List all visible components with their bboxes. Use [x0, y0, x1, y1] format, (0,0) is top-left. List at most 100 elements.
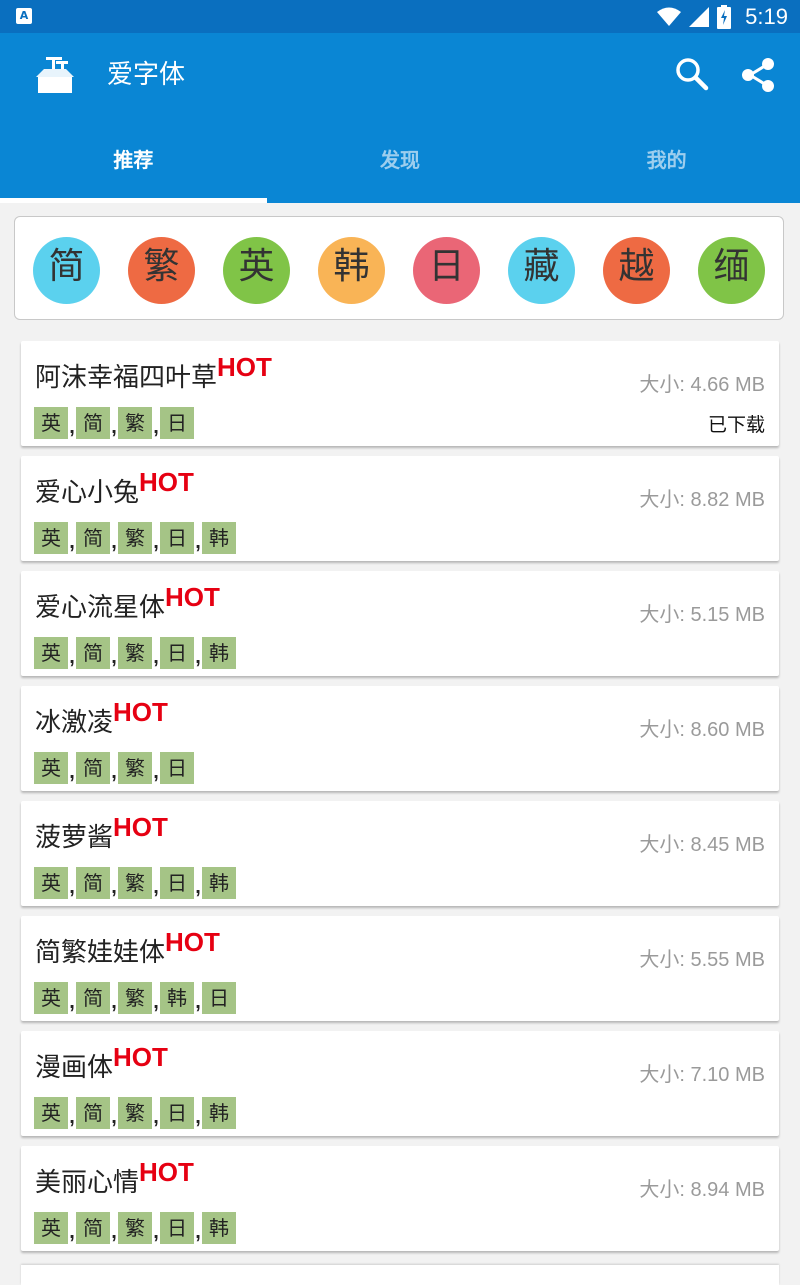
tag-separator: ,: [111, 876, 117, 898]
language-tag: 英: [34, 982, 68, 1014]
language-tags: 英,简,繁,日,韩: [34, 867, 236, 899]
share-icon[interactable]: [738, 55, 778, 95]
language-tag: 英: [34, 1212, 68, 1244]
language-tag: 英: [34, 752, 68, 784]
tag-separator: ,: [111, 761, 117, 783]
status-bar: A 5:19: [0, 0, 800, 33]
font-name-text: 漫画体: [35, 1053, 114, 1083]
tag-separator: ,: [111, 646, 117, 668]
font-name-text: 菠萝酱: [35, 823, 114, 853]
tag-separator: ,: [153, 991, 159, 1013]
language-tag: 韩: [202, 637, 236, 669]
language-tag: 英: [34, 1097, 68, 1129]
language-tag: 简: [76, 867, 110, 899]
font-size-label: 大小: 7.10 MB: [639, 1064, 765, 1086]
font-name: 美丽心情HOT: [35, 1157, 194, 1199]
language-tag: 繁: [118, 867, 152, 899]
notification-app-icon: A: [16, 8, 32, 24]
tag-separator: ,: [153, 761, 159, 783]
language-tags: 英,简,繁,韩,日: [34, 982, 236, 1014]
language-tag: 简: [76, 1212, 110, 1244]
language-filter-button[interactable]: 藏: [508, 237, 575, 304]
language-filter-button[interactable]: 日: [413, 237, 480, 304]
hot-badge: HOT: [217, 352, 272, 382]
language-tag: 繁: [118, 982, 152, 1014]
language-tag: 简: [76, 982, 110, 1014]
tab-discover[interactable]: 发现: [267, 128, 534, 203]
tab-recommend[interactable]: 推荐: [0, 128, 267, 203]
language-filter-button[interactable]: 英: [223, 237, 290, 304]
hot-badge: HOT: [113, 812, 168, 842]
language-tags: 英,简,繁,日,韩: [34, 637, 236, 669]
font-list-item[interactable]: 爱心流星体HOT 大小: 5.15 MB 英, 简, 繁, 日, 韩: [21, 571, 779, 676]
tag-separator: ,: [195, 646, 201, 668]
language-tags: 英,简,繁,日: [34, 752, 194, 784]
font-size-label: 大小: 8.45 MB: [639, 834, 765, 856]
tag-separator: ,: [195, 1221, 201, 1243]
language-tag: 英: [34, 407, 68, 439]
language-tag: 繁: [118, 1097, 152, 1129]
font-name-text: 冰激凌: [35, 708, 114, 738]
font-name: 漫画体HOT: [35, 1042, 168, 1084]
font-name: 爱心小兔HOT: [35, 467, 194, 509]
language-tag: 繁: [118, 1212, 152, 1244]
tag-separator: ,: [195, 876, 201, 898]
tag-separator: ,: [153, 1106, 159, 1128]
language-filter-button[interactable]: 韩: [318, 237, 385, 304]
language-tag: 繁: [118, 407, 152, 439]
font-size-label: 大小: 4.66 MB: [639, 374, 765, 396]
language-tag: 韩: [202, 1097, 236, 1129]
hot-badge: HOT: [139, 467, 194, 497]
font-list: 阿沫幸福四叶草HOT 大小: 4.66 MB 已下载英, 简, 繁, 日爱心小兔HOT 大小…: [21, 341, 779, 1261]
hot-badge: HOT: [165, 582, 220, 612]
tag-separator: ,: [111, 1106, 117, 1128]
tag-separator: ,: [69, 416, 75, 438]
language-filter-card: 简繁英韩日藏越缅: [14, 216, 784, 320]
font-name: 简繁娃娃体HOT: [35, 927, 220, 969]
tag-separator: ,: [69, 1221, 75, 1243]
font-list-item[interactable]: 冰激凌HOT 大小: 8.60 MB 英, 简, 繁, 日: [21, 686, 779, 791]
font-list-item[interactable]: 漫画体HOT 大小: 7.10 MB 英, 简, 繁, 日, 韩: [21, 1031, 779, 1136]
language-filter-button[interactable]: 简: [33, 237, 100, 304]
app-title: 爱字体: [107, 60, 186, 90]
language-tag: 日: [160, 867, 194, 899]
tag-separator: ,: [153, 876, 159, 898]
language-tag: 韩: [202, 1212, 236, 1244]
language-tag: 英: [34, 867, 68, 899]
hot-badge: HOT: [165, 927, 220, 957]
font-list-item[interactable]: 爱心小兔HOT 大小: 8.82 MB 英, 简, 繁, 日, 韩: [21, 456, 779, 561]
clock: 5:19: [745, 4, 788, 29]
font-list-item[interactable]: 阿沫幸福四叶草HOT 大小: 4.66 MB 已下载英, 简, 繁, 日: [21, 341, 779, 446]
language-tag: 韩: [202, 867, 236, 899]
font-size-label: 大小: 8.82 MB: [639, 489, 765, 511]
language-filter-row: 简繁英韩日藏越缅: [33, 237, 765, 304]
language-tag: 繁: [118, 522, 152, 554]
font-name: 阿沫幸福四叶草HOT: [35, 352, 272, 394]
font-size-label: 大小: 8.60 MB: [639, 719, 765, 741]
language-filter-button[interactable]: 繁: [128, 237, 195, 304]
font-name: 爱心流星体HOT: [35, 582, 220, 624]
hot-badge: HOT: [139, 1157, 194, 1187]
language-tag: 英: [34, 637, 68, 669]
cell-signal-icon: [689, 7, 710, 27]
tab-mine[interactable]: 我的: [533, 128, 800, 203]
font-list-item[interactable]: 简繁娃娃体HOT 大小: 5.55 MB 英, 简, 繁, 韩, 日: [21, 916, 779, 1021]
language-filter-button[interactable]: 缅: [698, 237, 765, 304]
language-tag: 简: [76, 637, 110, 669]
language-filter-button[interactable]: 越: [603, 237, 670, 304]
font-name-text: 简繁娃娃体: [35, 938, 166, 968]
font-list-item[interactable]: 菠萝酱HOT 大小: 8.45 MB 英, 简, 繁, 日, 韩: [21, 801, 779, 906]
search-icon[interactable]: [672, 55, 712, 95]
tag-separator: ,: [111, 531, 117, 553]
font-list-item[interactable]: 美丽心情HOT 大小: 8.94 MB 英, 简, 繁, 日, 韩: [21, 1146, 779, 1251]
tag-separator: ,: [111, 991, 117, 1013]
app-logo-icon: [36, 57, 74, 93]
language-tag: 韩: [160, 982, 194, 1014]
battery-charging-icon: [717, 5, 732, 29]
list-item-partial[interactable]: [21, 1265, 779, 1285]
tag-separator: ,: [69, 531, 75, 553]
language-tag: 日: [160, 407, 194, 439]
language-tag: 日: [202, 982, 236, 1014]
language-tag: 繁: [118, 752, 152, 784]
hot-badge: HOT: [113, 697, 168, 727]
